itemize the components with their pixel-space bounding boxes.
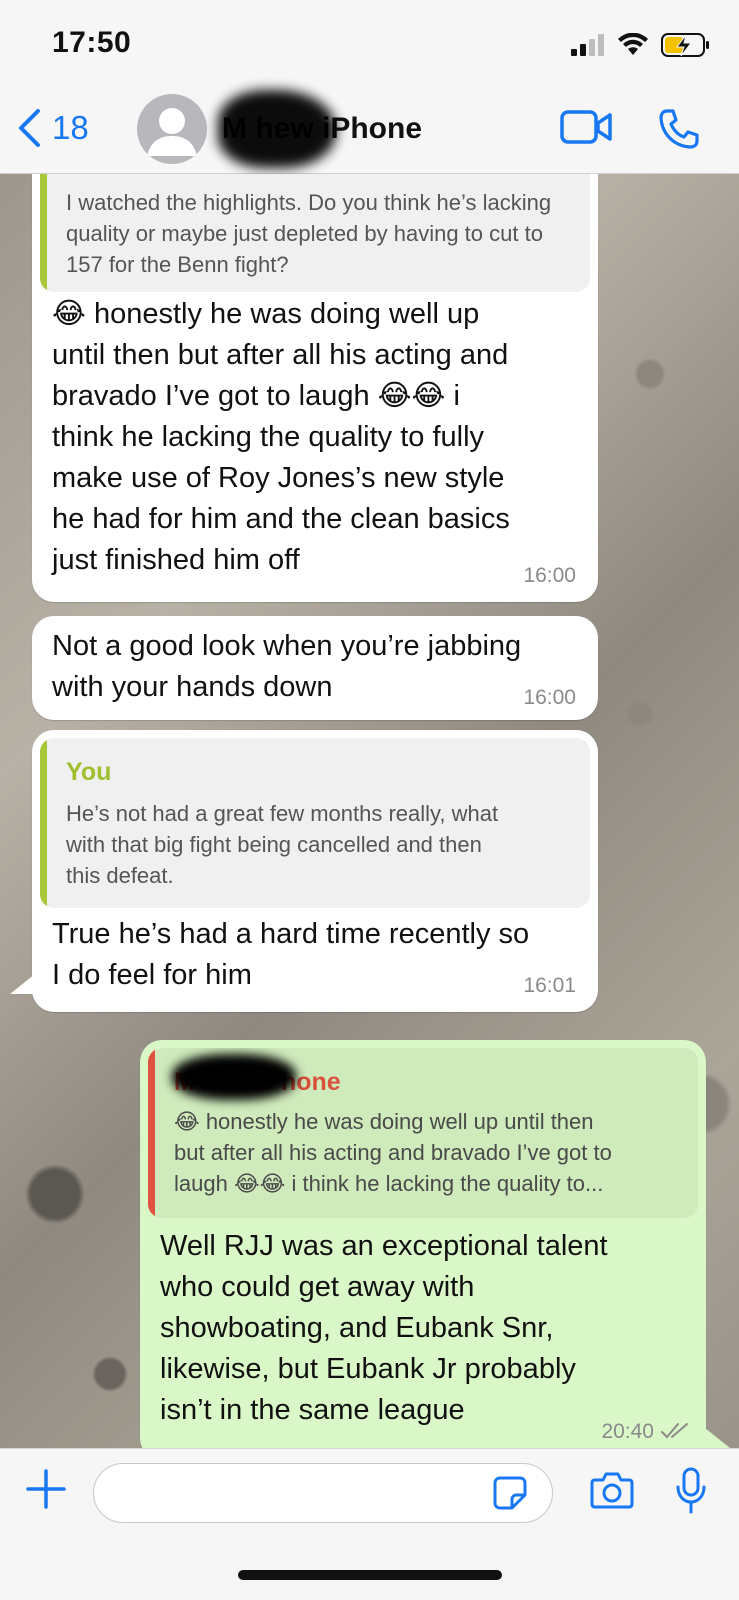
message-line: just finished him off — [52, 544, 300, 576]
attach-button[interactable] — [26, 1469, 66, 1514]
message-timestamp: 16:00 — [523, 686, 576, 709]
message-timestamp: 16:01 — [523, 974, 576, 997]
message-text: 😂 honestly he was doing well up until th… — [52, 294, 592, 581]
voice-call-button[interactable] — [658, 108, 700, 155]
message-input[interactable] — [93, 1463, 553, 1523]
message-text: Well RJJ was an exceptional talent who c… — [160, 1226, 700, 1431]
message-text: True he’s had a hard time recently so I … — [52, 914, 592, 996]
message-line: I do feel for him — [52, 959, 252, 991]
wifi-icon — [618, 33, 648, 55]
message-line: Well RJJ was an exceptional talent — [160, 1230, 608, 1262]
chevron-left-icon — [19, 109, 40, 147]
quote-bar — [148, 1048, 155, 1218]
cellular-signal-icon — [571, 34, 604, 56]
quoted-message[interactable]: I watched the highlights. Do you think h… — [40, 174, 590, 292]
message-line: showboating, and Eubank Snr, — [160, 1312, 554, 1344]
sticker-button[interactable] — [492, 1475, 528, 1516]
quote-line: with that big fight being cancelled and … — [66, 832, 482, 857]
redaction-blur — [218, 90, 336, 168]
quote-line: this defeat. — [66, 863, 174, 888]
home-indicator — [238, 1570, 502, 1580]
quote-text: 😂 honestly he was doing well up until th… — [174, 1106, 682, 1199]
battery-charging-icon — [661, 33, 709, 57]
quoted-message[interactable]: You He’s not had a great few months real… — [40, 738, 590, 908]
quote-bar — [40, 174, 47, 292]
plus-icon — [26, 1469, 66, 1509]
status-bar: 17:50 — [0, 0, 739, 90]
chat-background[interactable]: I watched the highlights. Do you think h… — [0, 174, 739, 1448]
message-line: with your hands down — [52, 671, 333, 703]
status-time: 17:50 — [52, 26, 132, 59]
message-line: True he’s had a hard time recently so — [52, 918, 530, 950]
message-line: until then but after all his acting and — [52, 339, 509, 371]
message-line: he had for him and the clean basics — [52, 503, 510, 535]
person-icon — [147, 108, 197, 156]
chat-header: 18 M hew iPhone — [0, 90, 739, 174]
unread-count: 18 — [52, 109, 89, 146]
message-line: think he lacking the quality to fully — [52, 421, 485, 453]
video-call-button[interactable] — [560, 110, 612, 149]
quote-line: 😂 honestly he was doing well up until th… — [174, 1109, 594, 1134]
sticker-icon — [493, 1476, 527, 1510]
quote-text: He’s not had a great few months really, … — [66, 798, 574, 891]
message-text: Not a good look when you’re jabbing with… — [52, 626, 592, 708]
redaction-blur — [172, 1054, 296, 1100]
message-bubble-outgoing[interactable]: M hew iPhone 😂 honestly he was doing wel… — [140, 1040, 706, 1448]
camera-button[interactable] — [590, 1471, 634, 1514]
message-timestamp: 20:40 — [601, 1420, 654, 1443]
video-camera-icon — [560, 110, 612, 144]
message-line: 😂 honestly he was doing well up — [52, 298, 480, 330]
quote-text: I watched the highlights. Do you think h… — [66, 190, 552, 277]
quote-line: but after all his acting and bravado I’v… — [174, 1140, 612, 1165]
quoted-message[interactable]: M hew iPhone 😂 honestly he was doing wel… — [148, 1048, 698, 1218]
message-line: bravado I’ve got to laugh 😂😂 i — [52, 380, 460, 412]
message-bubble-incoming[interactable]: Not a good look when you’re jabbing with… — [32, 616, 598, 720]
message-line: Not a good look when you’re jabbing — [52, 630, 522, 662]
message-bubble-incoming[interactable]: I watched the highlights. Do you think h… — [32, 174, 598, 602]
message-timestamp: 16:00 — [523, 564, 576, 587]
message-line: likewise, but Eubank Jr probably — [160, 1353, 576, 1385]
status-icons — [571, 32, 711, 58]
back-button[interactable]: 18 — [16, 108, 89, 148]
quote-author: You — [66, 758, 112, 786]
phone-icon — [659, 109, 699, 149]
message-line: make use of Roy Jones’s new style — [52, 462, 505, 494]
double-check-icon — [661, 1423, 688, 1439]
message-line: who could get away with — [160, 1271, 475, 1303]
quote-line: laugh 😂😂 i think he lacking the quality … — [174, 1171, 604, 1196]
quote-bar — [40, 738, 47, 908]
quote-line: He’s not had a great few months really, … — [66, 801, 499, 826]
message-bubble-incoming[interactable]: You He’s not had a great few months real… — [32, 730, 598, 1012]
camera-icon — [590, 1472, 634, 1509]
microphone-button[interactable] — [675, 1467, 707, 1520]
avatar[interactable] — [137, 94, 207, 164]
microphone-icon — [676, 1467, 706, 1514]
